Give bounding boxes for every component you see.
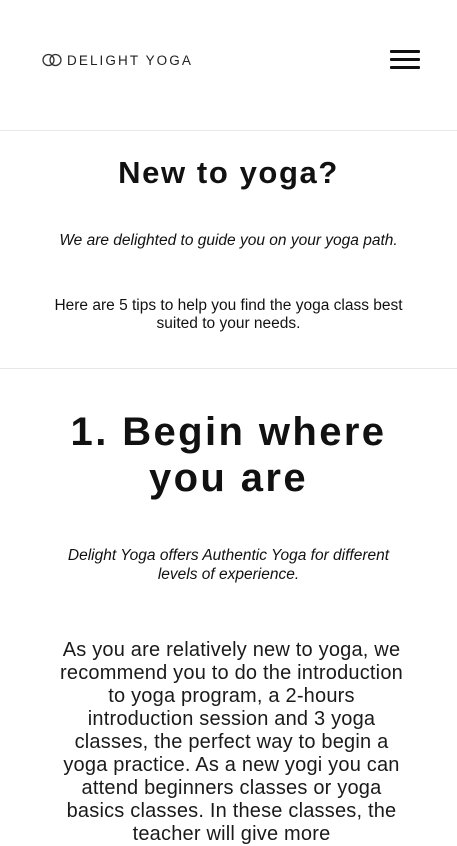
section-tagline: Delight Yoga offers Authentic Yoga for d…	[67, 547, 390, 583]
intro-tips-text: Here are 5 tips to help you find the yog…	[54, 297, 403, 332]
logo-text: DELIGHT YOGA	[67, 52, 193, 68]
hamburger-menu-icon[interactable]	[388, 47, 422, 73]
intro-tagline: We are delighted to guide you on your yo…	[59, 232, 398, 249]
intro-section: New to yoga? We are delighted to guide y…	[0, 131, 457, 369]
page-title: New to yoga?	[118, 155, 339, 190]
section-body-text: As you are relatively new to yoga, we re…	[60, 639, 403, 845]
site-header: DELIGHT YOGA	[0, 0, 457, 131]
section-title: 1. Begin where you are	[70, 410, 387, 500]
logo-rings-icon	[42, 53, 62, 67]
logo[interactable]: DELIGHT YOGA	[42, 52, 193, 68]
